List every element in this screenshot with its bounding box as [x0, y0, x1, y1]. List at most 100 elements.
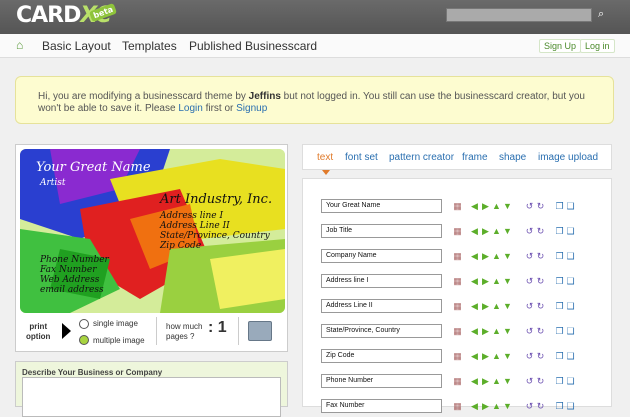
pages-count[interactable]: : 1	[208, 319, 227, 337]
rotate-cw-icon[interactable]: ↻	[536, 226, 545, 236]
grid-icon[interactable]: ▦	[453, 251, 462, 261]
nav-basic-layout[interactable]: Basic Layout	[42, 39, 111, 53]
shrink-icon[interactable]: ❐	[555, 251, 564, 261]
card-company[interactable]: Art Industry, Inc.	[160, 193, 272, 206]
arrow-right-icon[interactable]: ▶	[481, 251, 490, 261]
shrink-icon[interactable]: ❐	[555, 376, 564, 386]
field-input[interactable]: Address line I	[321, 274, 442, 288]
arrow-right-icon[interactable]: ▶	[481, 301, 490, 311]
rotate-cw-icon[interactable]: ↻	[536, 326, 545, 336]
grid-icon[interactable]: ▦	[453, 326, 462, 336]
notice-signup-link[interactable]: Signup	[236, 103, 267, 114]
shrink-icon[interactable]: ❐	[555, 276, 564, 286]
arrow-right-icon[interactable]: ▶	[481, 351, 490, 361]
nav-templates[interactable]: Templates	[122, 39, 177, 53]
field-input[interactable]: Company Name	[321, 249, 442, 263]
multiple-image-radio[interactable]	[79, 335, 89, 345]
search-input[interactable]	[446, 8, 592, 22]
tab-frame[interactable]: frame	[462, 152, 488, 163]
field-input[interactable]: Your Great Name	[321, 199, 442, 213]
expand-icon[interactable]: ❑	[566, 276, 575, 286]
rotate-cw-icon[interactable]: ↻	[536, 376, 545, 386]
signup-button[interactable]: Sign Up	[539, 39, 582, 53]
shrink-icon[interactable]: ❐	[555, 301, 564, 311]
arrow-left-icon[interactable]: ◀	[470, 226, 479, 236]
rotate-ccw-icon[interactable]: ↺	[525, 301, 534, 311]
expand-icon[interactable]: ❑	[566, 401, 575, 411]
arrow-down-icon[interactable]: ▼	[503, 226, 512, 236]
multiple-image-label[interactable]: multiple image	[93, 336, 145, 345]
card-name[interactable]: Your Great Name	[36, 161, 151, 174]
tab-text[interactable]: text	[317, 152, 333, 163]
cardxc-logo[interactable]: CARDXCbeta	[16, 2, 118, 28]
field-input[interactable]: State/Province, Country	[321, 324, 442, 338]
arrow-down-icon[interactable]: ▼	[503, 326, 512, 336]
arrow-left-icon[interactable]: ◀	[470, 401, 479, 411]
shrink-icon[interactable]: ❐	[555, 201, 564, 211]
arrow-down-icon[interactable]: ▼	[503, 276, 512, 286]
tab-font-set[interactable]: font set	[345, 152, 378, 163]
single-image-radio[interactable]	[79, 319, 89, 329]
rotate-ccw-icon[interactable]: ↺	[525, 376, 534, 386]
tab-image-upload[interactable]: image upload	[538, 152, 598, 163]
arrow-left-icon[interactable]: ◀	[470, 301, 479, 311]
expand-icon[interactable]: ❑	[566, 251, 575, 261]
arrow-down-icon[interactable]: ▼	[503, 251, 512, 261]
arrow-down-icon[interactable]: ▼	[503, 351, 512, 361]
arrow-up-icon[interactable]: ▲	[492, 226, 501, 236]
field-input[interactable]: Address Line II	[321, 299, 442, 313]
rotate-ccw-icon[interactable]: ↺	[525, 401, 534, 411]
expand-icon[interactable]: ❑	[566, 226, 575, 236]
rotate-cw-icon[interactable]: ↻	[536, 401, 545, 411]
grid-icon[interactable]: ▦	[453, 201, 462, 211]
rotate-cw-icon[interactable]: ↻	[536, 301, 545, 311]
grid-icon[interactable]: ▦	[453, 276, 462, 286]
expand-icon[interactable]: ❑	[566, 351, 575, 361]
field-input[interactable]: Zip Code	[321, 349, 442, 363]
shrink-icon[interactable]: ❐	[555, 326, 564, 336]
rotate-ccw-icon[interactable]: ↺	[525, 351, 534, 361]
rotate-cw-icon[interactable]: ↻	[536, 351, 545, 361]
arrow-right-icon[interactable]: ▶	[481, 276, 490, 286]
arrow-right-icon[interactable]: ▶	[481, 326, 490, 336]
arrow-right-icon[interactable]: ▶	[481, 401, 490, 411]
arrow-down-icon[interactable]: ▼	[503, 401, 512, 411]
grid-icon[interactable]: ▦	[453, 301, 462, 311]
rotate-cw-icon[interactable]: ↻	[536, 201, 545, 211]
shrink-icon[interactable]: ❐	[555, 226, 564, 236]
nav-published-businesscard[interactable]: Published Businesscard	[189, 39, 317, 53]
search-icon[interactable]: ⌕	[598, 8, 610, 20]
home-icon[interactable]: ⌂	[16, 39, 28, 51]
rotate-ccw-icon[interactable]: ↺	[525, 276, 534, 286]
rotate-ccw-icon[interactable]: ↺	[525, 201, 534, 211]
grid-icon[interactable]: ▦	[453, 226, 462, 236]
arrow-left-icon[interactable]: ◀	[470, 251, 479, 261]
shrink-icon[interactable]: ❐	[555, 401, 564, 411]
arrow-up-icon[interactable]: ▲	[492, 401, 501, 411]
arrow-down-icon[interactable]: ▼	[503, 301, 512, 311]
describe-textarea[interactable]	[22, 377, 281, 417]
arrow-up-icon[interactable]: ▲	[492, 351, 501, 361]
grid-icon[interactable]: ▦	[453, 351, 462, 361]
rotate-cw-icon[interactable]: ↻	[536, 276, 545, 286]
grid-icon[interactable]: ▦	[453, 376, 462, 386]
arrow-up-icon[interactable]: ▲	[492, 376, 501, 386]
arrow-up-icon[interactable]: ▲	[492, 201, 501, 211]
rotate-ccw-icon[interactable]: ↺	[525, 251, 534, 261]
arrow-right-icon[interactable]: ▶	[481, 226, 490, 236]
card-contact[interactable]: Phone Number Fax Number Web Address emai…	[40, 255, 109, 295]
arrow-left-icon[interactable]: ◀	[470, 276, 479, 286]
single-image-label[interactable]: single image	[93, 319, 138, 328]
tab-shape[interactable]: shape	[499, 152, 526, 163]
rotate-cw-icon[interactable]: ↻	[536, 251, 545, 261]
printer-icon[interactable]	[248, 321, 272, 341]
arrow-left-icon[interactable]: ◀	[470, 351, 479, 361]
rotate-ccw-icon[interactable]: ↺	[525, 326, 534, 336]
businesscard-preview[interactable]: Your Great Name Artist Art Industry, Inc…	[20, 149, 285, 313]
notice-login-link[interactable]: Login	[178, 103, 202, 114]
arrow-down-icon[interactable]: ▼	[503, 201, 512, 211]
arrow-left-icon[interactable]: ◀	[470, 376, 479, 386]
arrow-up-icon[interactable]: ▲	[492, 251, 501, 261]
arrow-right-icon[interactable]: ▶	[481, 376, 490, 386]
grid-icon[interactable]: ▦	[453, 401, 462, 411]
